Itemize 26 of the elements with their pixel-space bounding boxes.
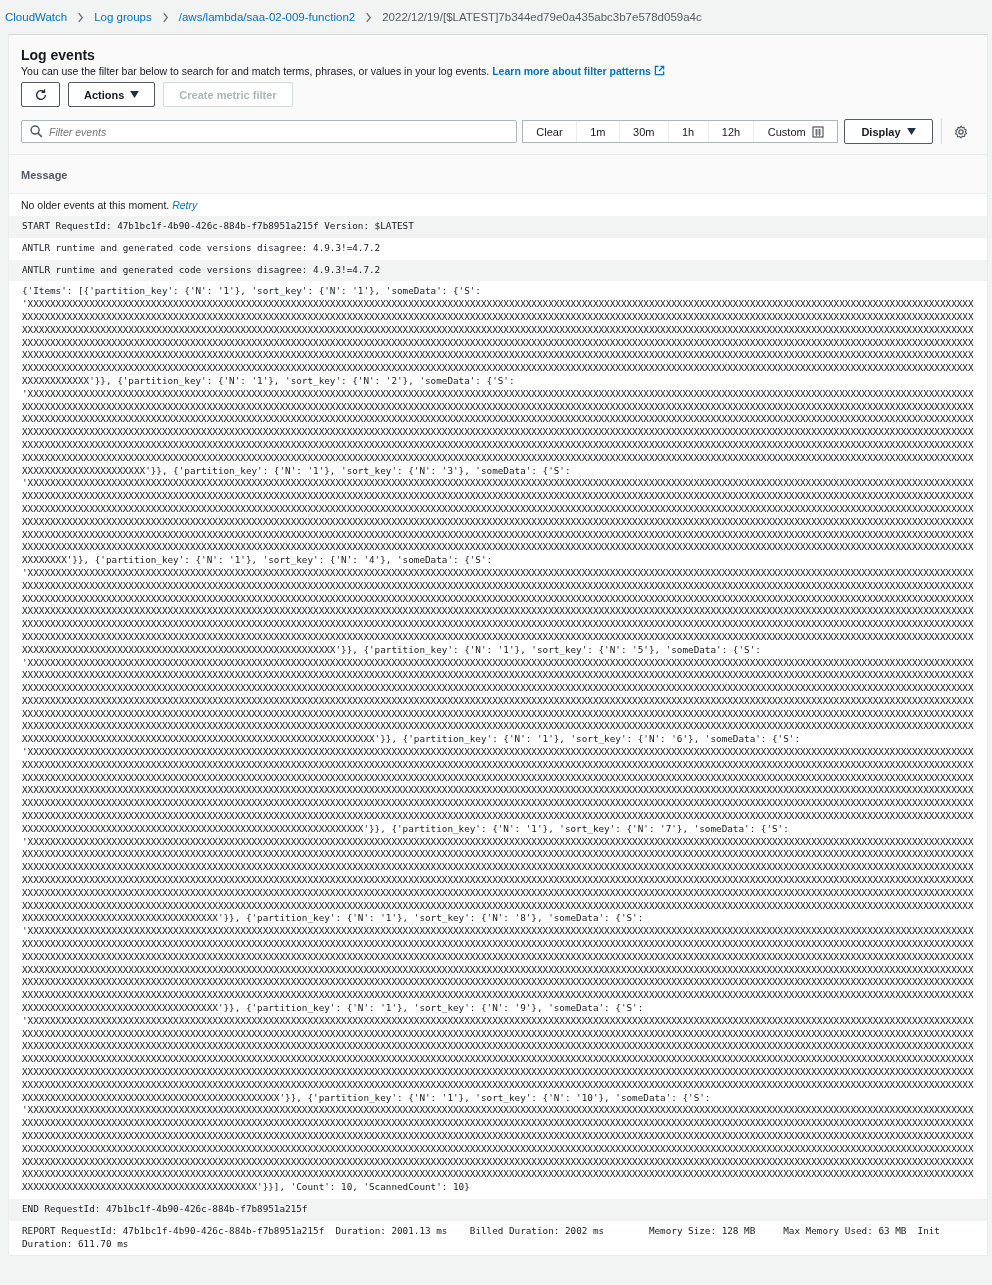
- panel-title: Log events: [21, 47, 96, 63]
- filter-events-field[interactable]: Filter events: [21, 120, 517, 143]
- settings-icon[interactable]: [954, 124, 968, 139]
- log-message: START RequestId: 47b1bc1f-4b90-426c-884b-f7b8951a215f Version: $LATEST: [9, 216, 987, 238]
- chevron-right-icon: [161, 11, 169, 23]
- actions-dropdown[interactable]: Actions: [68, 82, 156, 107]
- caret-down-icon: [906, 128, 916, 135]
- column-header: Message: [21, 169, 68, 181]
- refresh-icon: [33, 87, 48, 102]
- breadcrumb-link[interactable]: Log groups: [94, 11, 152, 23]
- breadcrumb-link[interactable]: /aws/lambda/saa-02-009-function2: [178, 11, 356, 23]
- external-link-icon: [653, 65, 665, 76]
- chevron-right-icon: [365, 11, 373, 23]
- search-icon: [30, 125, 43, 138]
- chevron-right-icon: [77, 11, 85, 23]
- retry-link[interactable]: Retry: [172, 199, 198, 211]
- learn-more-link[interactable]: Learn more about filter patterns: [492, 65, 665, 77]
- display-dropdown[interactable]: Display: [844, 119, 933, 144]
- breadcrumb-link[interactable]: CloudWatch: [5, 11, 68, 23]
- panel-description: You can use the filter bar below to search for and match terms, phrases, or values in your log events. Learn more about filter patterns: [21, 65, 975, 77]
- refresh-button[interactable]: [21, 82, 60, 107]
- log-message: END RequestId: 47b1bc1f-4b90-426c-884b-f7b8951a215f: [9, 1198, 987, 1221]
- log-message: ANTLR runtime and generated code versions disagree: 4.9.3!=4.7.2: [9, 259, 987, 282]
- caret-down-icon: [130, 91, 140, 98]
- calendar-icon: [811, 125, 824, 138]
- breadcrumb-current: 2022/12/19/[$LATEST]7b344ed79e0a435abc3b7e578d059a4c: [382, 11, 702, 23]
